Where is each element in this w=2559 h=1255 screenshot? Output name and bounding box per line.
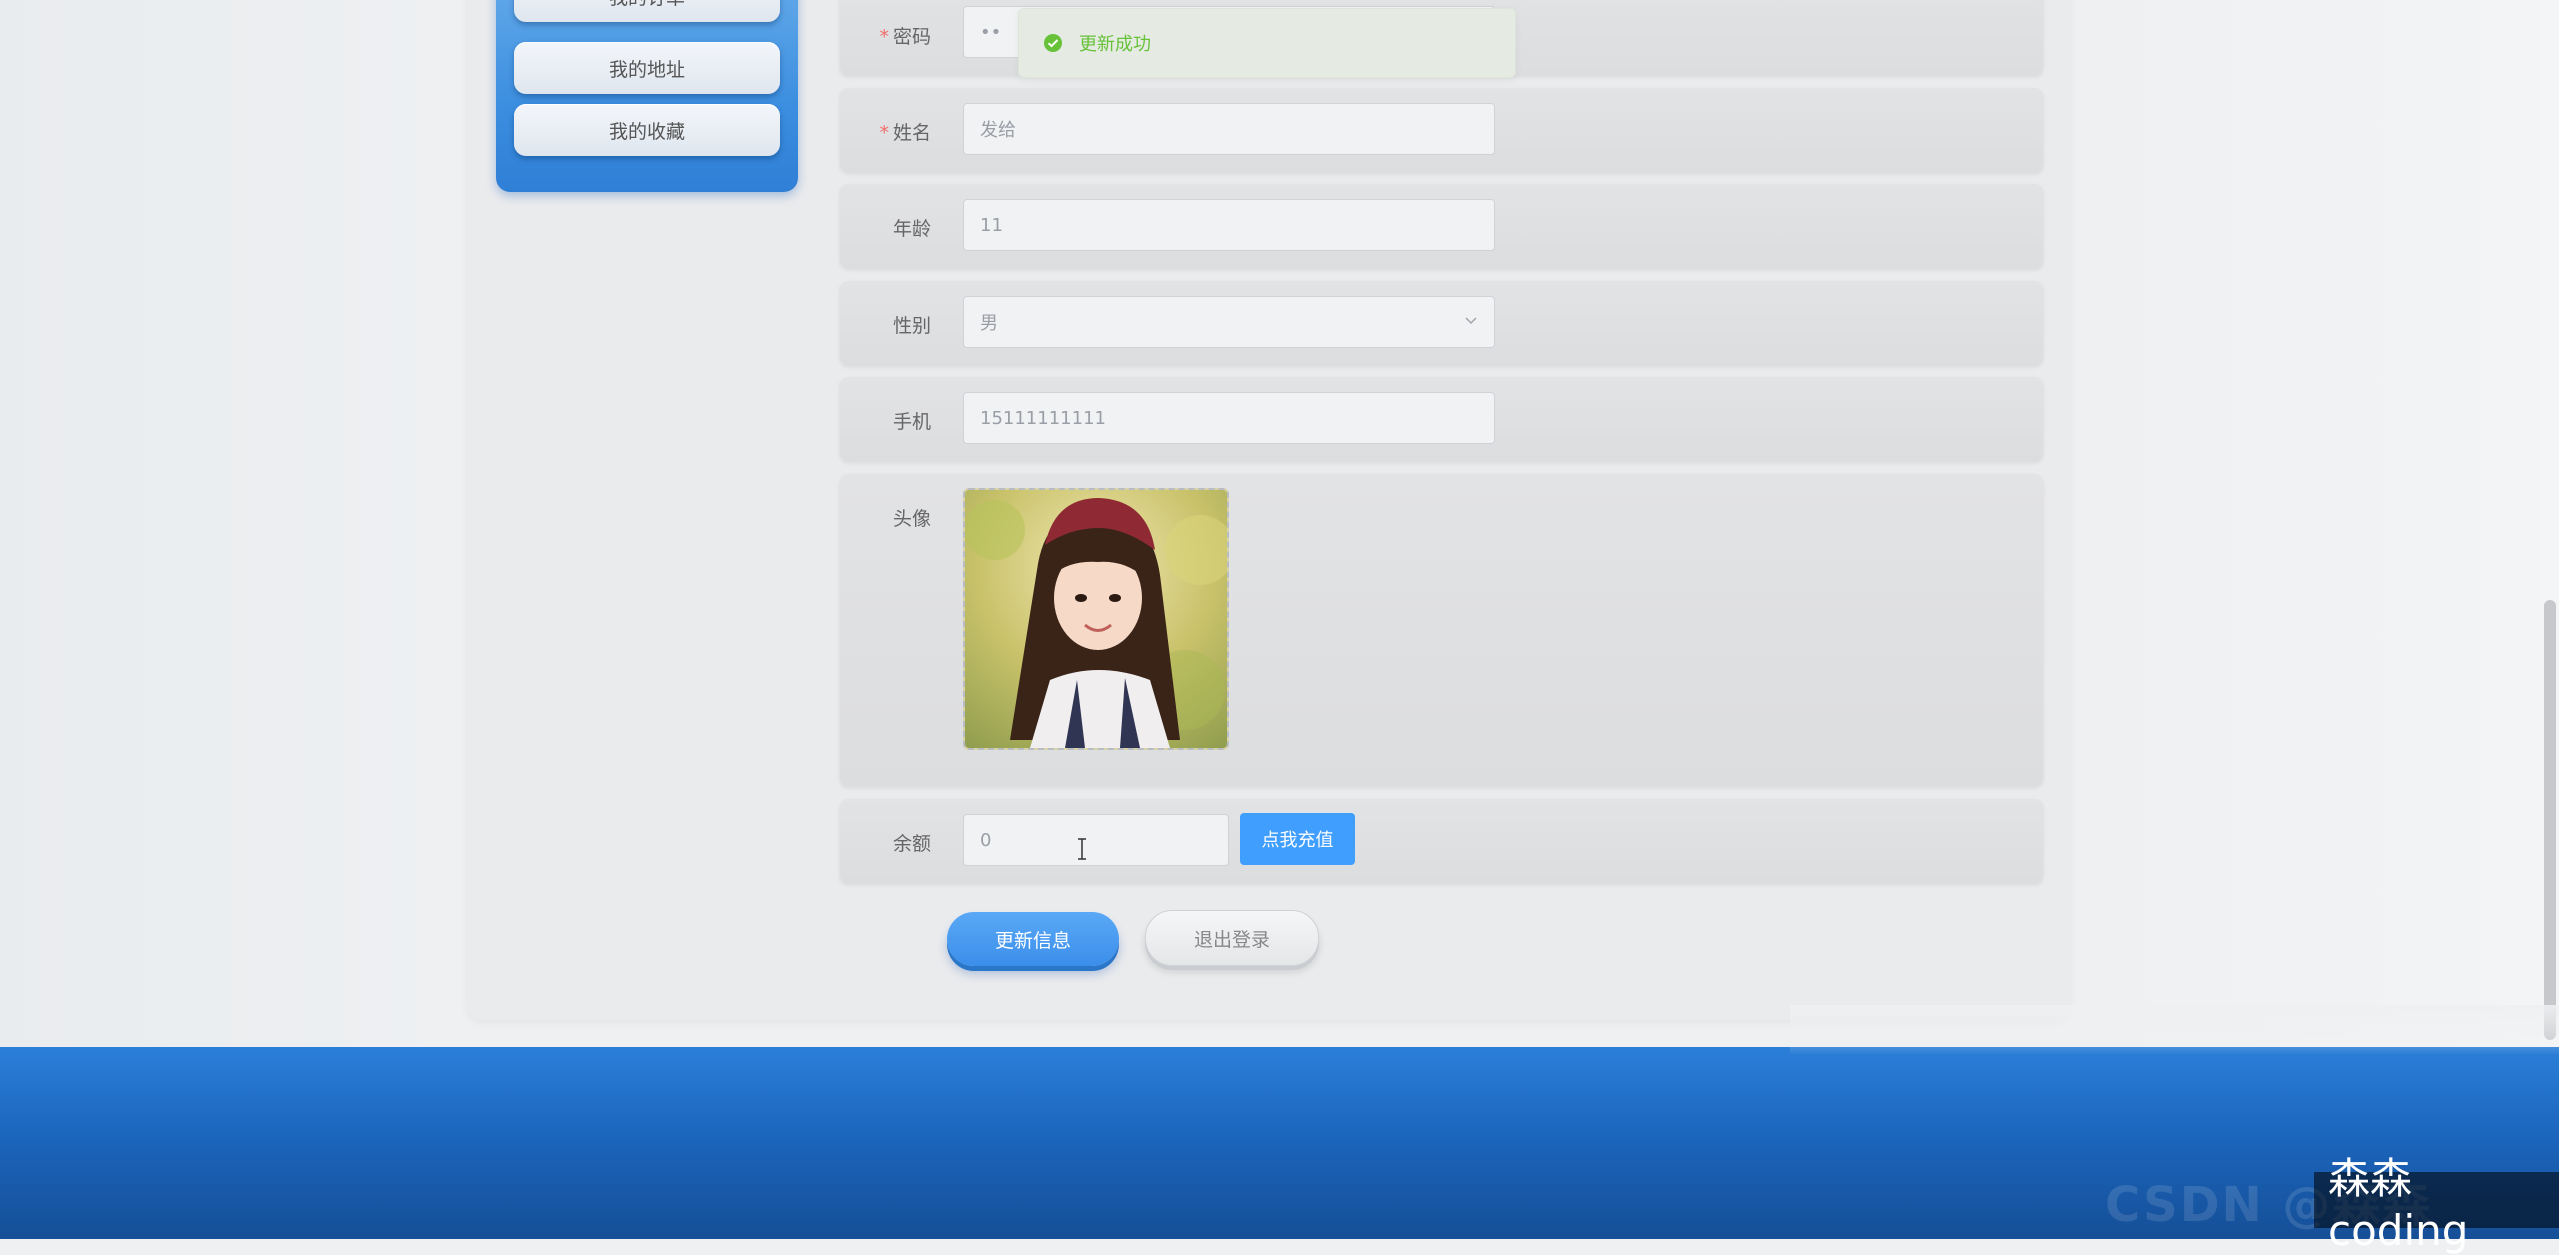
update-info-button[interactable]: 更新信息: [947, 912, 1119, 966]
sidebar-item-address[interactable]: 我的地址: [514, 42, 780, 94]
page-background-left: [0, 0, 470, 1047]
avatar-label: 头像: [892, 508, 931, 530]
watermark: 森森coding: [2314, 1154, 2559, 1255]
form-row-balance: 余额 0 点我充值: [840, 799, 2043, 883]
sidebar-item-label: 我的地址: [608, 58, 685, 81]
avatar-image: [965, 490, 1227, 748]
recharge-button[interactable]: 点我充值: [1240, 813, 1355, 865]
age-input[interactable]: 11: [963, 199, 1495, 251]
form-row-avatar: 头像: [840, 474, 2043, 786]
form-row-phone: 手机 15111111111: [840, 377, 2043, 461]
toast-message: 更新成功: [1079, 34, 1151, 55]
sidebar-item-label: 我的收藏: [608, 120, 685, 143]
check-circle-icon: [1044, 34, 1062, 52]
gender-select[interactable]: 男: [963, 296, 1495, 348]
avatar-upload[interactable]: [963, 488, 1229, 750]
scrollbar-thumb[interactable]: [2544, 600, 2556, 1040]
sidebar: 我的订单 我的地址 我的收藏: [496, 0, 798, 192]
chevron-down-icon: [1465, 317, 1477, 325]
password-label: * 密码: [879, 26, 931, 48]
balance-label: 余额: [892, 833, 931, 855]
age-label: 年龄: [892, 218, 931, 240]
name-input[interactable]: 发给: [963, 103, 1495, 155]
success-toast: 更新成功: [1018, 8, 1516, 78]
gender-label: 性别: [892, 315, 931, 337]
sidebar-item-favorites[interactable]: 我的收藏: [514, 104, 780, 156]
gender-value: 男: [980, 313, 998, 334]
sidebar-item-label: 我的订单: [609, 0, 685, 10]
sidebar-item-orders[interactable]: 我的订单: [514, 0, 780, 22]
balance-input[interactable]: 0: [963, 814, 1229, 866]
phone-input[interactable]: 15111111111: [963, 392, 1495, 444]
age-value: 11: [980, 214, 1003, 236]
phone-label: 手机: [892, 411, 931, 433]
balance-value: 0: [980, 829, 992, 851]
phone-value: 15111111111: [980, 407, 1106, 429]
logout-button[interactable]: 退出登录: [1145, 910, 1319, 966]
form-row-name: * 姓名 发给: [840, 88, 2043, 172]
password-value: ••: [980, 21, 1002, 43]
text-cursor-icon: [1078, 838, 1086, 860]
footer-haze: [1790, 1005, 2559, 1055]
page-background-right: [2070, 0, 2559, 1047]
name-label: * 姓名: [879, 122, 931, 144]
form-row-gender: 性别 男: [840, 281, 2043, 365]
name-value: 发给: [980, 120, 1016, 141]
form-row-age: 年龄 11: [840, 184, 2043, 268]
